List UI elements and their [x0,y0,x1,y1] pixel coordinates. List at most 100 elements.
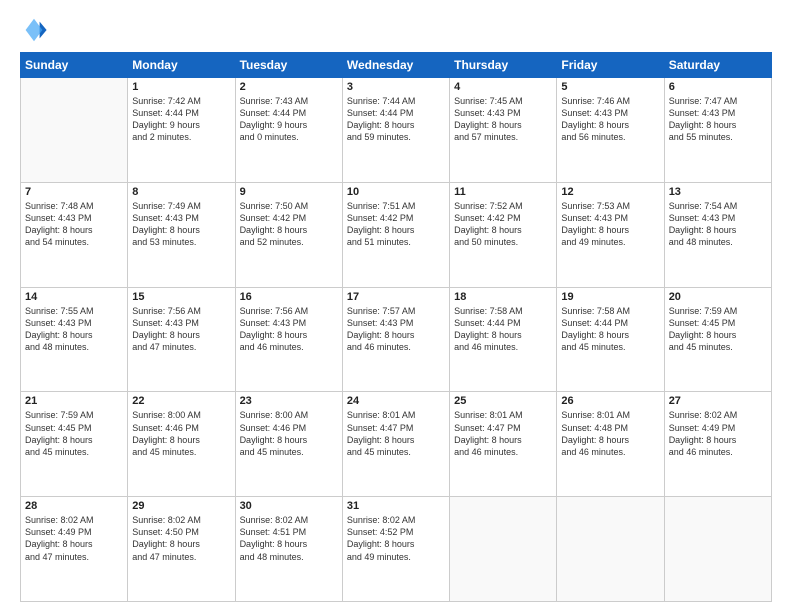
cell-info: Sunrise: 7:55 AM Sunset: 4:43 PM Dayligh… [25,305,123,354]
calendar-cell: 16 Sunrise: 7:56 AM Sunset: 4:43 PM Dayli… [235,287,342,392]
day-number: 22 [132,395,230,407]
cell-info: Sunrise: 8:00 AM Sunset: 4:46 PM Dayligh… [240,409,338,458]
calendar-cell: 18 Sunrise: 7:58 AM Sunset: 4:44 PM Dayli… [450,287,557,392]
day-number: 28 [25,500,123,512]
col-header-friday: Friday [557,53,664,78]
calendar-week-row: 7 Sunrise: 7:48 AM Sunset: 4:43 PM Daylig… [21,182,772,287]
col-header-monday: Monday [128,53,235,78]
day-number: 4 [454,81,552,93]
day-number: 17 [347,291,445,303]
day-number: 6 [669,81,767,93]
cell-info: Sunrise: 7:47 AM Sunset: 4:43 PM Dayligh… [669,95,767,144]
cell-info: Sunrise: 7:59 AM Sunset: 4:45 PM Dayligh… [25,409,123,458]
calendar-cell [450,497,557,602]
calendar-cell: 13 Sunrise: 7:54 AM Sunset: 4:43 PM Dayli… [664,182,771,287]
calendar-week-row: 14 Sunrise: 7:55 AM Sunset: 4:43 PM Dayli… [21,287,772,392]
day-number: 5 [561,81,659,93]
cell-info: Sunrise: 7:59 AM Sunset: 4:45 PM Dayligh… [669,305,767,354]
calendar-cell: 30 Sunrise: 8:02 AM Sunset: 4:51 PM Dayli… [235,497,342,602]
cell-info: Sunrise: 7:42 AM Sunset: 4:44 PM Dayligh… [132,95,230,144]
day-number: 7 [25,186,123,198]
header [20,16,772,44]
day-number: 12 [561,186,659,198]
cell-info: Sunrise: 7:58 AM Sunset: 4:44 PM Dayligh… [561,305,659,354]
cell-info: Sunrise: 7:46 AM Sunset: 4:43 PM Dayligh… [561,95,659,144]
day-number: 2 [240,81,338,93]
calendar-cell: 14 Sunrise: 7:55 AM Sunset: 4:43 PM Dayli… [21,287,128,392]
day-number: 14 [25,291,123,303]
day-number: 19 [561,291,659,303]
calendar-cell: 2 Sunrise: 7:43 AM Sunset: 4:44 PM Daylig… [235,78,342,183]
cell-info: Sunrise: 8:02 AM Sunset: 4:49 PM Dayligh… [25,514,123,563]
cell-info: Sunrise: 7:56 AM Sunset: 4:43 PM Dayligh… [240,305,338,354]
calendar-cell: 5 Sunrise: 7:46 AM Sunset: 4:43 PM Daylig… [557,78,664,183]
calendar-cell: 17 Sunrise: 7:57 AM Sunset: 4:43 PM Dayli… [342,287,449,392]
col-header-sunday: Sunday [21,53,128,78]
calendar-cell: 29Sunrise: 8:02 AM Sunset: 4:50 PM Dayli… [128,497,235,602]
cell-info: Sunrise: 8:02 AM Sunset: 4:51 PM Dayligh… [240,514,338,563]
cell-info: Sunrise: 8:01 AM Sunset: 4:47 PM Dayligh… [347,409,445,458]
cell-info: Sunrise: 7:57 AM Sunset: 4:43 PM Dayligh… [347,305,445,354]
cell-info: Sunrise: 7:53 AM Sunset: 4:43 PM Dayligh… [561,200,659,249]
cell-info: Sunrise: 8:02 AM Sunset: 4:50 PM Dayligh… [132,514,230,563]
cell-info: Sunrise: 7:58 AM Sunset: 4:44 PM Dayligh… [454,305,552,354]
logo [20,16,52,44]
calendar-cell: 28 Sunrise: 8:02 AM Sunset: 4:49 PM Dayli… [21,497,128,602]
calendar-cell: 27 Sunrise: 8:02 AM Sunset: 4:49 PM Dayli… [664,392,771,497]
col-header-tuesday: Tuesday [235,53,342,78]
cell-info: Sunrise: 7:49 AM Sunset: 4:43 PM Dayligh… [132,200,230,249]
calendar-cell: 26 Sunrise: 8:01 AM Sunset: 4:48 PM Dayli… [557,392,664,497]
logo-icon [20,16,48,44]
cell-info: Sunrise: 8:02 AM Sunset: 4:52 PM Dayligh… [347,514,445,563]
cell-info: Sunrise: 7:50 AM Sunset: 4:42 PM Dayligh… [240,200,338,249]
calendar-cell: 3 Sunrise: 7:44 AM Sunset: 4:44 PM Daylig… [342,78,449,183]
calendar-cell: 11Sunrise: 7:52 AM Sunset: 4:42 PM Dayli… [450,182,557,287]
calendar-cell: 23 Sunrise: 8:00 AM Sunset: 4:46 PM Dayli… [235,392,342,497]
calendar-cell: 25 Sunrise: 8:01 AM Sunset: 4:47 PM Dayli… [450,392,557,497]
day-number: 20 [669,291,767,303]
calendar-cell: 8 Sunrise: 7:49 AM Sunset: 4:43 PM Daylig… [128,182,235,287]
cell-info: Sunrise: 7:51 AM Sunset: 4:42 PM Dayligh… [347,200,445,249]
day-number: 23 [240,395,338,407]
calendar-cell: 6 Sunrise: 7:47 AM Sunset: 4:43 PM Daylig… [664,78,771,183]
calendar-week-row: 21 Sunrise: 7:59 AM Sunset: 4:45 PM Dayli… [21,392,772,497]
calendar-cell: 22 Sunrise: 8:00 AM Sunset: 4:46 PM Dayli… [128,392,235,497]
calendar-cell: 20 Sunrise: 7:59 AM Sunset: 4:45 PM Dayli… [664,287,771,392]
cell-info: Sunrise: 8:01 AM Sunset: 4:47 PM Dayligh… [454,409,552,458]
calendar-cell [21,78,128,183]
cell-info: Sunrise: 7:44 AM Sunset: 4:44 PM Dayligh… [347,95,445,144]
day-number: 9 [240,186,338,198]
day-number: 18 [454,291,552,303]
day-number: 30 [240,500,338,512]
day-number: 1 [132,81,230,93]
day-number: 27 [669,395,767,407]
day-number: 8 [132,186,230,198]
calendar-cell: 21 Sunrise: 7:59 AM Sunset: 4:45 PM Dayli… [21,392,128,497]
calendar-cell: 12 Sunrise: 7:53 AM Sunset: 4:43 PM Dayli… [557,182,664,287]
calendar-cell: 31Sunrise: 8:02 AM Sunset: 4:52 PM Dayli… [342,497,449,602]
cell-info: Sunrise: 8:01 AM Sunset: 4:48 PM Dayligh… [561,409,659,458]
calendar-cell: 15Sunrise: 7:56 AM Sunset: 4:43 PM Dayli… [128,287,235,392]
day-number: 16 [240,291,338,303]
calendar-cell: 1 Sunrise: 7:42 AM Sunset: 4:44 PM Daylig… [128,78,235,183]
day-number: 15 [132,291,230,303]
calendar-cell: 7 Sunrise: 7:48 AM Sunset: 4:43 PM Daylig… [21,182,128,287]
day-number: 25 [454,395,552,407]
cell-info: Sunrise: 8:00 AM Sunset: 4:46 PM Dayligh… [132,409,230,458]
cell-info: Sunrise: 7:48 AM Sunset: 4:43 PM Dayligh… [25,200,123,249]
calendar-cell: 9 Sunrise: 7:50 AM Sunset: 4:42 PM Daylig… [235,182,342,287]
calendar-header-row: SundayMondayTuesdayWednesdayThursdayFrid… [21,53,772,78]
day-number: 13 [669,186,767,198]
calendar-cell: 4Sunrise: 7:45 AM Sunset: 4:43 PM Daylig… [450,78,557,183]
day-number: 21 [25,395,123,407]
calendar-table: SundayMondayTuesdayWednesdayThursdayFrid… [20,52,772,602]
calendar-week-row: 1 Sunrise: 7:42 AM Sunset: 4:44 PM Daylig… [21,78,772,183]
cell-info: Sunrise: 7:43 AM Sunset: 4:44 PM Dayligh… [240,95,338,144]
day-number: 26 [561,395,659,407]
day-number: 3 [347,81,445,93]
cell-info: Sunrise: 7:54 AM Sunset: 4:43 PM Dayligh… [669,200,767,249]
calendar-cell [664,497,771,602]
col-header-thursday: Thursday [450,53,557,78]
cell-info: Sunrise: 8:02 AM Sunset: 4:49 PM Dayligh… [669,409,767,458]
col-header-saturday: Saturday [664,53,771,78]
